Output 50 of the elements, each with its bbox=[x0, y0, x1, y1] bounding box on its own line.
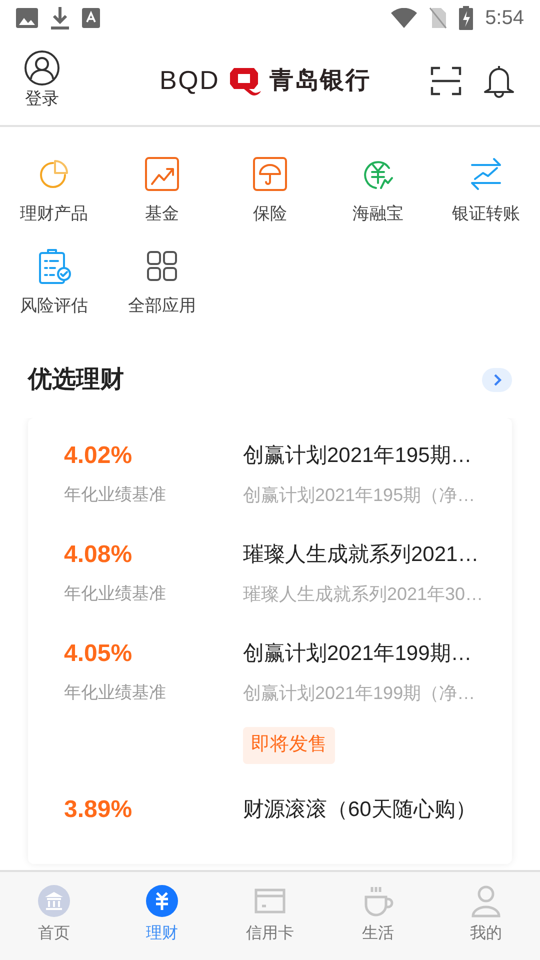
umbrella-icon bbox=[251, 155, 289, 193]
product-title: 璀璨人生成就系列2021… bbox=[243, 542, 479, 568]
image-icon bbox=[16, 8, 38, 28]
product-subtitle: 创赢计划2021年195期（净… bbox=[243, 484, 476, 507]
sale-tag: 即将发售 bbox=[243, 727, 335, 764]
shortcut-item[interactable]: 银证转账 bbox=[432, 155, 540, 226]
rate-label: 年化业绩基准 bbox=[64, 484, 167, 506]
scan-icon[interactable] bbox=[430, 64, 462, 96]
shortcut-item[interactable]: 基金 bbox=[108, 155, 216, 226]
logo-name: 青岛银行 bbox=[270, 66, 371, 96]
nav-tab[interactable]: 生活 bbox=[324, 872, 432, 960]
rate-value: 4.02% bbox=[64, 442, 134, 470]
rate-value: 4.05% bbox=[64, 640, 134, 668]
section-title: 优选理财 bbox=[28, 365, 124, 395]
status-time: 5:54 bbox=[485, 6, 524, 31]
shortcut-item[interactable]: 海融宝 bbox=[324, 155, 432, 226]
login-button[interactable]: 登录 bbox=[24, 50, 60, 112]
no-sim-icon bbox=[429, 7, 448, 29]
logo-icon bbox=[228, 66, 262, 96]
user-icon bbox=[24, 50, 60, 86]
shortcut-item[interactable]: 全部应用 bbox=[108, 246, 216, 318]
nav-tab[interactable]: 信用卡 bbox=[216, 872, 324, 960]
product-title: 创赢计划2021年199期… bbox=[243, 641, 472, 667]
nav-tab[interactable]: 我的 bbox=[432, 872, 540, 960]
trend-chart-icon bbox=[143, 155, 181, 193]
product-subtitle: 创赢计划2021年199期（净… bbox=[243, 682, 476, 705]
nav-tab[interactable]: 首页 bbox=[0, 872, 108, 960]
rate-value: 4.08% bbox=[64, 541, 134, 569]
product-title: 财源滚滚（60天随心购） bbox=[243, 796, 476, 822]
text-icon bbox=[82, 8, 100, 28]
bank-icon bbox=[37, 884, 71, 918]
person-icon bbox=[469, 884, 503, 918]
product-row[interactable]: 4.02% 年化业绩基准 创赢计划2021年195期… 创赢计划2021年195期（净… bbox=[28, 442, 512, 509]
shortcut-item[interactable]: 理财产品 bbox=[0, 155, 108, 226]
yuan-coin-icon bbox=[145, 884, 179, 918]
product-row[interactable]: 4.08% 年化业绩基准 璀璨人生成就系列2021… 璀璨人生成就系列2021年30… bbox=[28, 541, 512, 608]
chevron-right-icon[interactable] bbox=[482, 368, 512, 392]
product-subtitle: 璀璨人生成就系列2021年30… bbox=[243, 583, 484, 606]
rate-label: 年化业绩基准 bbox=[64, 583, 167, 605]
rate-value: 3.89% bbox=[64, 796, 134, 824]
logo-text: BQD bbox=[159, 64, 220, 97]
wifi-icon bbox=[391, 8, 418, 28]
product-title: 创赢计划2021年195期… bbox=[243, 443, 472, 469]
product-row[interactable]: 3.89% 财源滚滚（60天随心购） bbox=[28, 796, 512, 824]
product-row[interactable]: 4.05% 年化业绩基准 创赢计划2021年199期… 创赢计划2021年199期（净… 即将发售 bbox=[28, 640, 512, 764]
shortcut-item[interactable]: 保险 bbox=[216, 155, 324, 226]
battery-charging-icon bbox=[459, 6, 474, 30]
download-icon bbox=[50, 6, 70, 30]
shortcut-item[interactable]: 风险评估 bbox=[0, 246, 108, 318]
rate-label: 年化业绩基准 bbox=[64, 682, 167, 704]
